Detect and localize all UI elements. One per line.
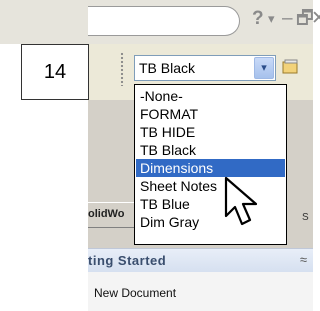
layer-dropdown-list: -None- FORMAT TB HIDE TB Black Dimension… [134,84,287,245]
layer-combo[interactable]: TB Black ▾ [134,55,276,81]
dropdown-item-format[interactable]: FORMAT [136,105,285,123]
minimize-icon[interactable]: – [282,8,293,30]
layer-combo-value: TB Black [139,60,196,76]
step-number-label: 14 [21,44,89,100]
getting-started-title: ting Started [88,253,167,268]
toolbar-grip-handle[interactable] [120,52,124,86]
solidworks-tab[interactable]: olidWo [88,202,138,228]
search-box[interactable] [88,6,240,36]
close-icon[interactable]: ✕ [311,8,320,30]
getting-started-body: New Document [88,272,313,311]
right-tab-letter: S [302,212,309,223]
dropdown-item-tb-black[interactable]: TB Black [136,141,285,159]
mouse-pointer-icon [224,176,258,226]
help-dropdown-icon[interactable]: ▾ [268,8,275,30]
help-icon[interactable]: ? [252,8,264,30]
solidworks-tab-label: olidWo [88,208,125,220]
dropdown-item-dimensions[interactable]: Dimensions [136,159,285,177]
dropdown-item-none[interactable]: -None- [136,87,285,105]
layer-properties-icon[interactable] [282,58,300,76]
getting-started-header[interactable]: ting Started ≈ [88,248,313,272]
collapse-icon[interactable]: ≈ [300,252,307,267]
new-document-link[interactable]: New Document [94,286,176,300]
chevron-down-icon[interactable]: ▾ [254,57,274,79]
dropdown-item-tb-hide[interactable]: TB HIDE [136,123,285,141]
